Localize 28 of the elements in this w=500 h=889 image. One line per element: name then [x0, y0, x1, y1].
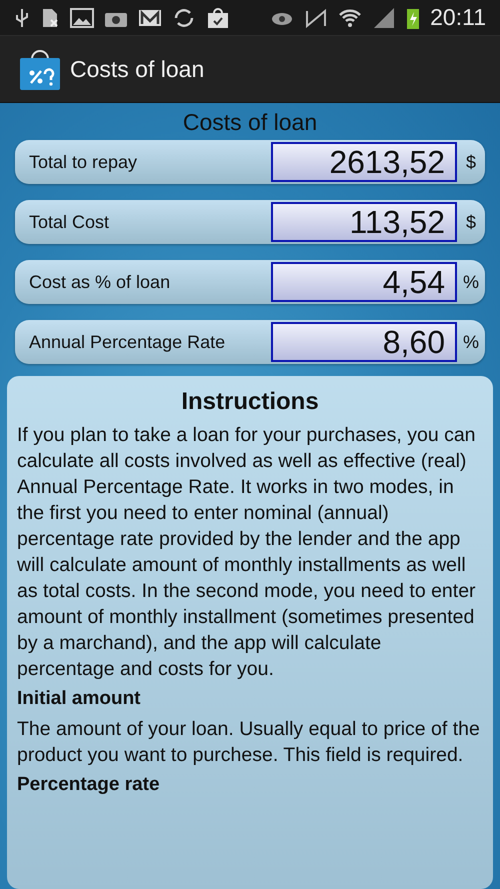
unit-label: $ — [464, 152, 477, 172]
shopping-bag-icon — [18, 47, 62, 91]
status-time: 20:11 — [430, 4, 486, 31]
wifi-icon — [338, 6, 362, 28]
instructions-paragraph: The amount of your loan. Usually equal to price of the product you want to purchese. This field is required. — [17, 717, 481, 768]
section-heading: Initial amount — [17, 687, 142, 711]
signal-icon — [372, 6, 396, 28]
result-value-field[interactable]: 8,60 — [271, 322, 457, 362]
section-heading: Percentage rate — [17, 773, 161, 797]
battery-icon — [406, 6, 420, 28]
result-value-field[interactable]: 4,54 — [271, 262, 457, 302]
instructions-title: Instructions — [180, 388, 320, 416]
result-label: Total Cost — [28, 212, 110, 232]
result-value-field[interactable]: 2613,52 — [271, 142, 457, 182]
sim-card-icon — [40, 6, 60, 28]
app-title: Costs of loan — [70, 56, 204, 82]
image-icon — [70, 6, 94, 28]
instructions-paragraph: If you plan to take a loan for your purchases, you can calculate all costs involved as well as effective (real) Annual Percentage Rate. It works in two modes, in the first you need to enter nominal (annual) percentage rate provided by the lender and the app will calculate amount of monthly installments as well as total costs. In the second mode, you need to enter amount of monthly installment (sometimes presented by a marchand), and the app will calculate percentage and costs for you. — [17, 423, 477, 682]
unit-label: $ — [464, 212, 477, 232]
shopping-bag-icon — [206, 6, 230, 28]
result-label: Total to repay — [28, 152, 138, 172]
unit-label: % — [462, 272, 480, 292]
result-label: Cost as % of loan — [28, 272, 172, 292]
unit-label: % — [462, 332, 480, 352]
result-label: Annual Percentage Rate — [28, 332, 226, 352]
results-title: Costs of loan — [182, 108, 318, 137]
sync-icon — [172, 6, 196, 28]
result-value-field[interactable]: 113,52 — [271, 202, 457, 242]
